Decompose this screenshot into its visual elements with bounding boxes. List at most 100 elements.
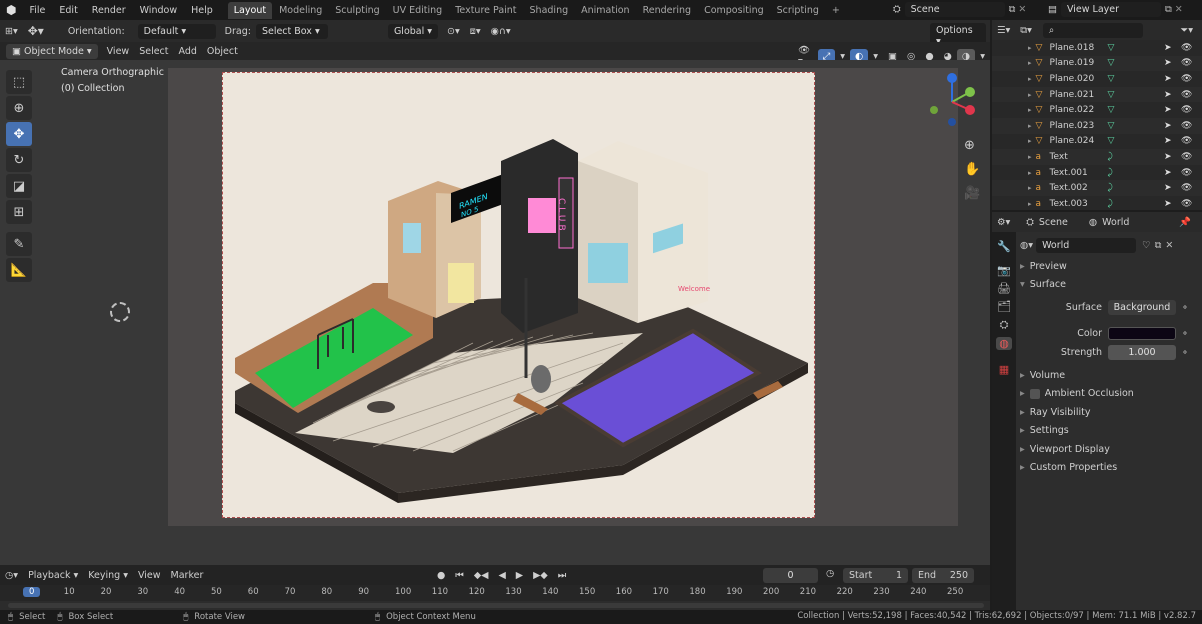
object-name[interactable]: Text.002 bbox=[1050, 183, 1108, 193]
selectable-icon[interactable]: ➤ bbox=[1164, 43, 1172, 53]
outliner-search-input[interactable]: ⌕ bbox=[1042, 22, 1143, 38]
selectable-icon[interactable]: ➤ bbox=[1164, 105, 1172, 115]
3d-cursor-icon[interactable] bbox=[110, 302, 130, 322]
visibility-eye-icon[interactable]: 👁 bbox=[1181, 105, 1192, 115]
tab-sculpting[interactable]: Sculpting bbox=[329, 2, 385, 19]
texture-tab-icon[interactable]: ▦ bbox=[999, 363, 1009, 376]
object-name[interactable]: Plane.024 bbox=[1050, 136, 1108, 146]
mesh-data-icon[interactable]: ▽ bbox=[1108, 105, 1115, 115]
tab-shading[interactable]: Shading bbox=[524, 2, 575, 19]
menu-render[interactable]: Render bbox=[85, 5, 133, 16]
fake-user-icon[interactable]: ♡ bbox=[1142, 240, 1151, 251]
tool-tab-icon[interactable]: 🔧 bbox=[997, 240, 1011, 253]
object-name[interactable]: Plane.021 bbox=[1050, 90, 1108, 100]
curve-data-icon[interactable]: ⤸ bbox=[1108, 152, 1113, 162]
selectable-icon[interactable]: ➤ bbox=[1164, 183, 1172, 193]
selectable-icon[interactable]: ➤ bbox=[1164, 121, 1172, 131]
view-layer-field[interactable]: View Layer bbox=[1060, 2, 1161, 17]
blender-logo-icon[interactable]: ⬢ bbox=[0, 3, 22, 17]
mesh-data-icon[interactable]: ▽ bbox=[1108, 43, 1115, 53]
move-tool-button-icon[interactable]: ✥ bbox=[6, 122, 32, 146]
snap-icon[interactable]: ⧈▾ bbox=[465, 24, 486, 39]
section-ambient-occlusion[interactable]: ▸ Ambient Occlusion bbox=[1016, 385, 1202, 404]
properties-editor-icon[interactable]: ⚙▾ bbox=[992, 215, 1015, 230]
outliner-row[interactable]: ▸ ▽ Plane.020 ▽ ➤ 👁 bbox=[992, 71, 1202, 87]
selectable-icon[interactable]: ➤ bbox=[1164, 136, 1172, 146]
section-viewport-display[interactable]: ▸ Viewport Display bbox=[1016, 440, 1202, 459]
start-frame-field[interactable]: Start 1 bbox=[843, 568, 908, 583]
visibility-eye-icon[interactable]: 👁 bbox=[1181, 168, 1192, 178]
curve-data-icon[interactable]: ⤸ bbox=[1108, 199, 1113, 209]
timeline-body[interactable] bbox=[0, 601, 990, 610]
view-layer-selector[interactable]: ▤ View Layer ⧉ ✕ bbox=[1048, 2, 1183, 17]
mesh-data-icon[interactable]: ▽ bbox=[1108, 121, 1115, 131]
menu-object[interactable]: Object bbox=[202, 44, 243, 59]
visibility-eye-icon[interactable]: 👁 bbox=[1181, 199, 1192, 209]
surface-shader-button[interactable]: Background bbox=[1108, 299, 1176, 315]
expand-arrow-icon[interactable]: ▸ bbox=[1028, 91, 1032, 99]
section-settings[interactable]: ▸ Settings bbox=[1016, 422, 1202, 441]
expand-arrow-icon[interactable]: ▸ bbox=[1028, 122, 1032, 130]
outliner-row[interactable]: ▸ ▽ Plane.024 ▽ ➤ 👁 bbox=[992, 134, 1202, 150]
gizmo-y-axis[interactable] bbox=[965, 87, 975, 97]
menu-edit[interactable]: Edit bbox=[52, 5, 84, 16]
expand-arrow-icon[interactable]: ▸ bbox=[1028, 184, 1032, 192]
menu-window[interactable]: Window bbox=[133, 5, 184, 16]
select-tool-icon[interactable]: ⬚ bbox=[6, 70, 32, 94]
object-name[interactable]: Text.001 bbox=[1050, 168, 1108, 178]
menu-select[interactable]: Select bbox=[134, 44, 173, 59]
expand-arrow-icon[interactable]: ▸ bbox=[1028, 200, 1032, 208]
timeline-editor-icon[interactable]: ◷▾ bbox=[0, 568, 23, 583]
outliner-editor-icon[interactable]: ☰▾ bbox=[992, 23, 1015, 38]
tab-rendering[interactable]: Rendering bbox=[637, 2, 698, 19]
outliner-row[interactable]: ▸ a Text ⤸ ➤ 👁 bbox=[992, 149, 1202, 165]
outliner-row[interactable]: ▸ a Text.002 ⤸ ➤ 👁 bbox=[992, 180, 1202, 196]
outliner-row[interactable]: ▸ ▽ Plane.022 ▽ ➤ 👁 bbox=[992, 102, 1202, 118]
clock-icon[interactable]: ◷ bbox=[826, 568, 834, 579]
jump-start-icon[interactable]: ⏮ bbox=[450, 568, 469, 583]
mesh-data-icon[interactable]: ▽ bbox=[1108, 136, 1115, 146]
section-ray-visibility[interactable]: ▸ Ray Visibility bbox=[1016, 403, 1202, 422]
transform-orientation-dropdown[interactable]: Global ▾ bbox=[387, 23, 439, 39]
filter-icon[interactable]: ⏷▾ bbox=[1176, 23, 1198, 38]
visibility-eye-icon[interactable]: 👁 bbox=[1181, 152, 1192, 162]
tab-compositing[interactable]: Compositing bbox=[698, 2, 770, 19]
object-name[interactable]: Text.003 bbox=[1050, 199, 1108, 209]
object-name[interactable]: Plane.020 bbox=[1050, 74, 1108, 84]
section-custom-properties[interactable]: ▸ Custom Properties bbox=[1016, 459, 1202, 478]
visibility-eye-icon[interactable]: 👁 bbox=[1181, 121, 1192, 131]
selectable-icon[interactable]: ➤ bbox=[1164, 168, 1172, 178]
outliner-row[interactable]: ▸ a Text.001 ⤸ ➤ 👁 bbox=[992, 165, 1202, 181]
world-name-field[interactable]: World bbox=[1036, 238, 1137, 253]
outliner-row[interactable]: ▸ ▽ Plane.021 ▽ ➤ 👁 bbox=[992, 86, 1202, 103]
gizmo-x-axis[interactable] bbox=[965, 105, 975, 115]
menu-marker[interactable]: Marker bbox=[166, 568, 209, 583]
strength-link-icon[interactable]: ∘ bbox=[1182, 347, 1188, 358]
scene-selector[interactable]: ⛭ Scene ⧉ ✕ bbox=[893, 2, 1026, 17]
view-layer-tab-icon[interactable]: 🗂 bbox=[997, 300, 1011, 313]
visibility-eye-icon[interactable]: 👁 bbox=[1181, 74, 1192, 84]
menu-timeline-view[interactable]: View bbox=[133, 568, 166, 583]
navigation-gizmo[interactable] bbox=[925, 70, 980, 130]
close-view-layer-icon[interactable]: ✕ bbox=[1175, 4, 1183, 15]
measure-tool-icon[interactable]: 📐 bbox=[6, 258, 32, 282]
duplicate-world-icon[interactable]: ⧉ bbox=[1155, 240, 1162, 251]
mesh-data-icon[interactable]: ▽ bbox=[1108, 74, 1115, 84]
camera-view-icon[interactable]: 🎥 bbox=[964, 182, 980, 206]
section-volume[interactable]: ▸ Volume bbox=[1016, 366, 1202, 385]
expand-arrow-icon[interactable]: ▸ bbox=[1028, 44, 1032, 52]
expand-arrow-icon[interactable]: ▸ bbox=[1028, 153, 1032, 161]
visibility-eye-icon[interactable]: 👁 bbox=[1181, 136, 1192, 146]
cursor-tool-icon[interactable]: ⊕ bbox=[6, 96, 32, 120]
expand-arrow-icon[interactable]: ▸ bbox=[1028, 59, 1032, 67]
drag-dropdown[interactable]: Select Box ▾ bbox=[255, 23, 328, 39]
color-link-icon[interactable]: ∘ bbox=[1182, 328, 1188, 339]
prev-keyframe-icon[interactable]: ◆◀ bbox=[469, 568, 494, 583]
proportional-edit-icon[interactable]: ◉∩▾ bbox=[486, 24, 516, 39]
outliner-row[interactable]: ▸ ▽ Plane.023 ▽ ➤ 👁 bbox=[992, 117, 1202, 134]
visibility-eye-icon[interactable]: 👁 bbox=[1181, 58, 1192, 68]
expand-arrow-icon[interactable]: ▸ bbox=[1028, 169, 1032, 177]
scene-name-field[interactable]: Scene bbox=[904, 2, 1005, 17]
section-surface[interactable]: ▾ Surface bbox=[1016, 276, 1202, 295]
rotate-tool-icon[interactable]: ↻ bbox=[6, 148, 32, 172]
